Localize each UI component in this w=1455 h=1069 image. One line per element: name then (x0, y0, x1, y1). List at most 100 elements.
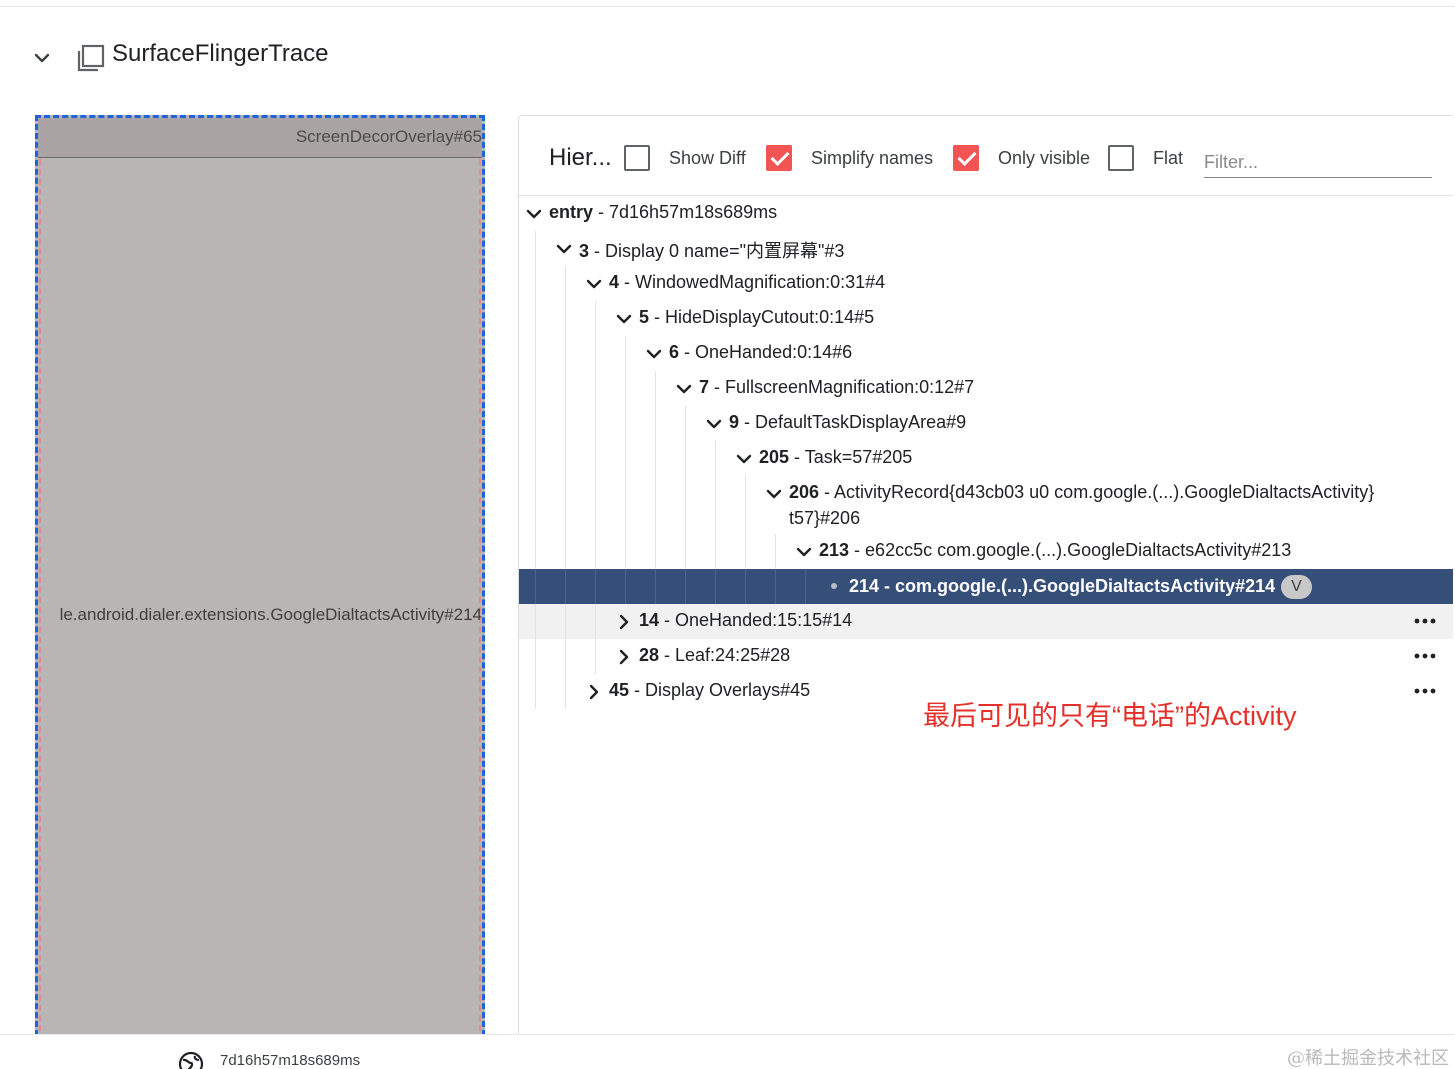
tree-guide-line (565, 371, 566, 406)
chevron-down-icon[interactable] (644, 344, 664, 364)
flat-checkbox[interactable] (1108, 145, 1134, 171)
tree-guide-line (565, 604, 566, 639)
tree-guide-line (535, 336, 536, 371)
tree-guide-line (625, 371, 626, 406)
visible-chip: V (1281, 575, 1312, 599)
tree-guide-line (655, 441, 656, 476)
tree-row-28[interactable]: 28 - Leaf:24:25#28 (519, 639, 1453, 674)
tree-node-name: - DefaultTaskDisplayArea#9 (739, 412, 967, 432)
tree-node-label[interactable]: 4 - WindowedMagnification:0:31#4 (609, 272, 885, 293)
tree-guide-line (535, 476, 536, 534)
tree-guide-line (595, 336, 596, 371)
tree-guide-line (595, 301, 596, 336)
chevron-right-icon[interactable] (614, 647, 634, 667)
tree-guide-line (625, 569, 626, 604)
only-visible-checkbox[interactable] (953, 145, 979, 171)
tree-node-id: 205 (759, 447, 790, 467)
tree-row-14[interactable]: 14 - OneHanded:15:15#14 (519, 604, 1453, 639)
simplify-names-label[interactable]: Simplify names (811, 148, 933, 169)
tree-guide-line (625, 441, 626, 476)
tree-guide-line (595, 441, 596, 476)
chevron-down-icon[interactable] (794, 542, 814, 562)
tree-guide-line (625, 406, 626, 441)
tree-node-label[interactable]: 5 - HideDisplayCutout:0:14#5 (639, 307, 874, 328)
tree-node-name: - OneHanded:15:15#14 (659, 610, 853, 630)
tree-row-entry[interactable]: entry - 7d16h57m18s689ms (519, 196, 1453, 231)
chevron-down-icon[interactable] (30, 46, 54, 70)
timestamp-link[interactable]: 7d16h57m18s689ms (220, 1052, 370, 1069)
annotation-text: 最后可见的只有“电话”的Activity (923, 701, 1297, 731)
tree-node-label[interactable]: 9 - DefaultTaskDisplayArea#9 (729, 412, 966, 433)
tree-row-214[interactable]: 214 - com.google.(...).GoogleDialtactsAc… (519, 569, 1453, 604)
tree-guide-line (565, 569, 566, 604)
tree-guide-line (685, 534, 686, 569)
more-options-icon[interactable] (1413, 613, 1437, 629)
show-diff-checkbox[interactable] (624, 145, 650, 171)
tree-node-label[interactable]: 214 - com.google.(...).GoogleDialtactsAc… (849, 575, 1312, 599)
tree-node-label[interactable]: 6 - OneHanded:0:14#6 (669, 342, 852, 363)
tree-guide-line (745, 569, 746, 604)
chevron-down-icon[interactable] (674, 379, 694, 399)
tree-node-name: - ActivityRecord{d43cb03 u0 com.google.(… (819, 482, 1375, 502)
tree-node-label[interactable]: 206 - ActivityRecord{d43cb03 u0 com.goog… (789, 482, 1374, 503)
tree-guide-line (565, 266, 566, 301)
tree-guide-line (685, 569, 686, 604)
show-diff-label[interactable]: Show Diff (669, 148, 746, 169)
filter-input[interactable] (1204, 144, 1432, 178)
simplify-names-checkbox[interactable] (766, 145, 792, 171)
tree-node-id: 9 (729, 412, 740, 432)
globe-icon[interactable] (178, 1051, 204, 1069)
tree-row-9[interactable]: 9 - DefaultTaskDisplayArea#9 (519, 406, 1453, 441)
chevron-down-icon[interactable] (704, 414, 724, 434)
tree-guide-line (625, 336, 626, 371)
chevron-right-icon[interactable] (584, 682, 604, 702)
tree-row-206[interactable]: 206 - ActivityRecord{d43cb03 u0 com.goog… (519, 476, 1453, 534)
chevron-down-icon[interactable] (524, 204, 544, 224)
tree-node-name: - WindowedMagnification:0:31#4 (619, 272, 886, 292)
tree-row-4[interactable]: 4 - WindowedMagnification:0:31#4 (519, 266, 1453, 301)
chevron-down-icon[interactable] (764, 484, 784, 504)
tree-guide-line (565, 301, 566, 336)
layer-rect-screen-decor-overlay[interactable]: ScreenDecorOverlay#65 (38, 118, 482, 158)
chevron-right-icon[interactable] (614, 612, 634, 632)
tree-node-label[interactable]: 45 - Display Overlays#45 (609, 680, 810, 701)
tree-guide-line (595, 476, 596, 534)
tree-row-6[interactable]: 6 - OneHanded:0:14#6 (519, 336, 1453, 371)
tree-row-3[interactable]: 3 - Display 0 name="内置屏幕"#3 (519, 231, 1453, 266)
tree-guide-line (625, 476, 626, 534)
chevron-down-icon[interactable] (554, 239, 574, 259)
tree-guide-line (775, 569, 776, 604)
hierarchy-toolbar: Hier... Show Diff Simplify names Only vi… (519, 116, 1453, 196)
tree-node-label[interactable]: entry - 7d16h57m18s689ms (549, 202, 777, 223)
tree-node-label[interactable]: 205 - Task=57#205 (759, 447, 912, 468)
tree-guide-line (685, 441, 686, 476)
tree-node-label[interactable]: 28 - Leaf:24:25#28 (639, 645, 790, 666)
chevron-down-icon[interactable] (584, 274, 604, 294)
tree-node-label[interactable]: 213 - e62cc5c com.google.(...).GoogleDia… (819, 540, 1291, 561)
tree-row-213[interactable]: 213 - e62cc5c com.google.(...).GoogleDia… (519, 534, 1453, 569)
tree-row-5[interactable]: 5 - HideDisplayCutout:0:14#5 (519, 301, 1453, 336)
chevron-down-icon[interactable] (734, 449, 754, 469)
hierarchy-title: Hier... (549, 144, 612, 171)
tree-guide-line (535, 301, 536, 336)
chevron-down-icon[interactable] (614, 309, 634, 329)
more-options-icon[interactable] (1413, 683, 1437, 699)
tree-guide-line (745, 476, 746, 534)
tree-row-7[interactable]: 7 - FullscreenMagnification:0:12#7 (519, 371, 1453, 406)
layer-rect-outline (39, 119, 481, 1041)
tree-row-205[interactable]: 205 - Task=57#205 (519, 441, 1453, 476)
rects-view[interactable]: ScreenDecorOverlay#65 le.android.dialer.… (35, 115, 485, 1045)
tree-node-label[interactable]: 14 - OneHanded:15:15#14 (639, 610, 852, 631)
tree-guide-line (565, 476, 566, 534)
tree-node-name: - Display Overlays#45 (629, 680, 811, 700)
tree-node-label[interactable]: 7 - FullscreenMagnification:0:12#7 (699, 377, 974, 398)
watermark: @稀土掘金技术社区 (1287, 1048, 1449, 1069)
tree-node-label[interactable]: 3 - Display 0 name="内置屏幕"#3 (579, 237, 844, 263)
hierarchy-panel: Hier... Show Diff Simplify names Only vi… (518, 115, 1453, 1045)
tree-node-name: - Task=57#205 (789, 447, 913, 467)
flat-label[interactable]: Flat (1153, 148, 1183, 169)
more-options-icon[interactable] (1413, 648, 1437, 664)
tree-guide-line (655, 371, 656, 406)
tree-node-id: 214 (849, 576, 880, 596)
only-visible-label[interactable]: Only visible (998, 148, 1090, 169)
